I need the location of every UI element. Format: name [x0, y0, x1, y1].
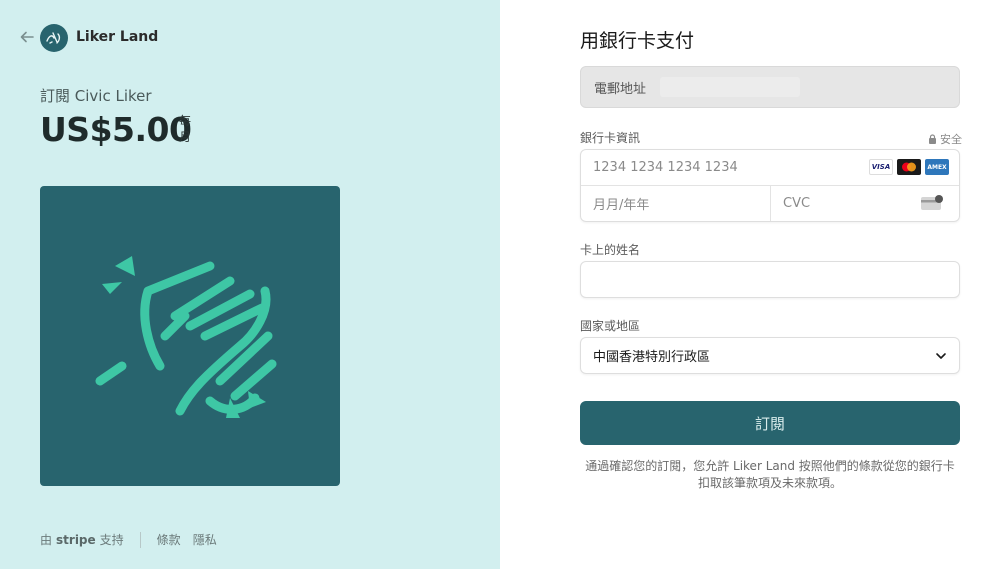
card-info-label: 銀行卡資訊	[580, 131, 641, 145]
amex-icon: AMEX	[925, 159, 949, 175]
subscription-terms-text: 通過確認您的訂閱，您允許 Liker Land 按照他們的條款從您的銀行卡扣取該…	[585, 459, 955, 490]
cvc-card-icon	[921, 195, 943, 210]
card-number-input[interactable]: 1234 1234 1234 1234 VISA AMEX	[581, 150, 959, 186]
payment-form-title: 用銀行卡支付	[580, 30, 695, 52]
visa-icon: VISA	[869, 159, 893, 175]
terms-link[interactable]: 條款	[157, 531, 181, 548]
mastercard-icon	[897, 159, 921, 175]
card-brands: VISA AMEX	[869, 159, 949, 175]
product-price: US$5.00	[40, 110, 192, 149]
product-image	[40, 186, 340, 486]
cardholder-name-input[interactable]	[580, 261, 960, 298]
subscribe-button[interactable]: 訂閱	[580, 401, 960, 445]
email-label: 電郵地址	[594, 81, 647, 97]
secure-label: 安全	[940, 133, 962, 146]
card-details-box: 1234 1234 1234 1234 VISA AMEX 月月/年年 CVC	[580, 149, 960, 222]
expiry-placeholder: 月月/年年	[593, 198, 650, 213]
brand-name[interactable]: Liker Land	[76, 29, 158, 45]
product-name: 訂閱 Civic Liker	[40, 87, 152, 105]
country-value: 中國香港特別行政區	[593, 350, 711, 365]
product-summary-panel: Liker Land 訂閱 Civic Liker US$5.00 每月 由 s…	[0, 0, 500, 569]
card-cvc-input[interactable]: CVC	[771, 186, 959, 221]
cardholder-name-label: 卡上的姓名	[580, 243, 641, 257]
powered-suffix: 支持	[99, 533, 124, 547]
email-field[interactable]: 電郵地址	[580, 66, 960, 108]
back-arrow-icon[interactable]	[18, 28, 36, 46]
card-number-placeholder: 1234 1234 1234 1234	[593, 160, 738, 175]
country-select[interactable]: 中國香港特別行政區	[580, 337, 960, 374]
liker-land-logo-icon[interactable]	[40, 24, 68, 52]
secure-indicator: 安全	[928, 131, 962, 147]
stripe-logo[interactable]: stripe	[56, 533, 96, 547]
country-label: 國家或地區	[580, 319, 641, 333]
powered-prefix: 由	[40, 533, 53, 547]
privacy-link[interactable]: 隱私	[193, 531, 217, 548]
card-expiry-input[interactable]: 月月/年年	[581, 186, 771, 221]
payment-form-panel: 用銀行卡支付 電郵地址 銀行卡資訊 安全 1234 1234 1234 1234…	[500, 0, 993, 569]
powered-by-footer: 由 stripe 支持 條款 隱私	[40, 531, 229, 548]
billing-period: 每月	[179, 114, 192, 144]
email-value-redacted	[660, 77, 801, 97]
clapping-hands-icon	[95, 256, 277, 418]
chevron-down-icon	[936, 353, 946, 359]
footer-divider	[139, 531, 141, 548]
lock-icon	[929, 134, 936, 144]
cvc-placeholder: CVC	[783, 196, 811, 211]
